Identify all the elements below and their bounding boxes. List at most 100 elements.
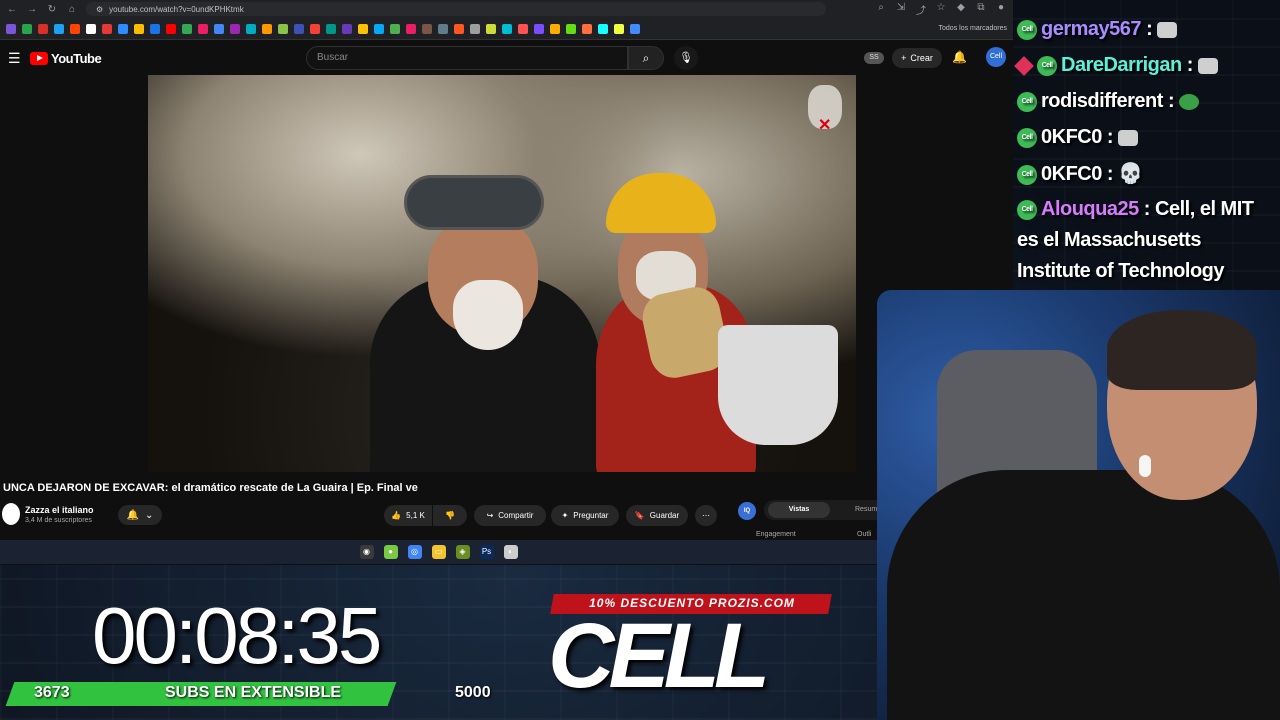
bookmark-favicon-icon[interactable] (406, 23, 416, 34)
more-actions-button[interactable]: ⋯ (695, 505, 717, 526)
share-button[interactable]: ↪ Compartir (474, 505, 546, 526)
ask-label: Preguntar (573, 511, 609, 520)
share-label: Compartir (498, 511, 534, 520)
bookmark-favicon-icon[interactable] (134, 23, 144, 34)
url-text: youtube.com/watch?v=0undKPHKtmk (109, 4, 244, 14)
thumbs-down-icon: 👎 (445, 511, 455, 520)
bell-icon: 🔔 (126, 509, 140, 521)
bookmark-favicon-icon[interactable] (150, 23, 160, 34)
extension-icon[interactable]: ◆ (955, 2, 967, 17)
extension-iq-badge[interactable]: IQ (738, 502, 756, 520)
address-bar[interactable]: ⚙ youtube.com/watch?v=0undKPHKtmk (86, 2, 826, 16)
channel-subscribers: 3,4 M de suscriptores (25, 517, 92, 524)
bookmark-favicon-icon[interactable] (294, 23, 304, 34)
channel-name[interactable]: Zazza el italiano (25, 505, 94, 515)
site-info-icon[interactable]: ⚙ (96, 5, 103, 14)
bookmark-favicon-icon[interactable] (438, 23, 448, 34)
save-button[interactable]: 🔖 Guardar (626, 505, 688, 526)
chat-username: 0KFC0 (1041, 126, 1102, 148)
channel-avatar[interactable] (2, 503, 20, 525)
subs-current: 3673 (34, 684, 70, 701)
ask-button[interactable]: ✦ Preguntar (551, 505, 619, 526)
bookmark-favicon-icon[interactable] (182, 23, 192, 34)
bookmark-favicon-icon[interactable] (454, 23, 464, 34)
app-misc-icon[interactable]: ◐ (503, 545, 518, 559)
bookmark-favicon-icon[interactable] (582, 23, 592, 34)
forward-icon[interactable]: → (26, 4, 38, 15)
bookmark-favicon-icon[interactable] (118, 23, 128, 34)
bookmark-favicon-icon[interactable] (326, 23, 336, 34)
bookmark-favicon-icon[interactable] (166, 23, 176, 34)
voice-search-button[interactable]: 🎙 (674, 46, 698, 70)
bookmark-favicon-icon[interactable] (86, 23, 96, 34)
bookmark-favicon-icon[interactable] (310, 23, 320, 34)
bookmark-favicon-icon[interactable] (278, 23, 288, 34)
bookmark-favicon-icon[interactable] (598, 23, 608, 34)
bookmark-favicon-icon[interactable] (102, 23, 112, 34)
zoom-icon[interactable]: ⌕ (875, 2, 887, 17)
bookmark-favicon-icon[interactable] (630, 23, 640, 34)
sparkle-icon: ✦ (561, 511, 569, 520)
bookmark-favicon-icon[interactable] (614, 23, 624, 34)
dislike-button[interactable]: 👎 (433, 505, 467, 526)
bookmark-favicon-icon[interactable] (358, 23, 368, 34)
chrome-icon[interactable]: ◎ (407, 545, 422, 559)
bookmark-favicon-icon[interactable] (70, 23, 80, 34)
chat-message: Cell 0KFC0 : 💀 (1017, 161, 1143, 186)
app-green-icon[interactable]: ● (383, 545, 398, 559)
bookmark-favicon-icon[interactable] (22, 23, 32, 34)
search-input[interactable]: Buscar (306, 46, 628, 70)
cat-emote-icon (1198, 57, 1218, 74)
search-button[interactable]: ⌕ (628, 46, 664, 70)
reload-icon[interactable]: ↻ (46, 4, 58, 15)
notifications-bell-icon[interactable]: 🔔 (952, 50, 967, 64)
photoshop-icon[interactable]: Ps (479, 545, 494, 559)
minecraft-icon[interactable]: ◈ (455, 545, 470, 559)
extensions-puzzle-icon[interactable]: ⧉ (975, 2, 987, 17)
bookmark-favicon-icon[interactable] (230, 23, 240, 34)
watermark-x-icon: ✕ (818, 117, 832, 134)
ss-badge[interactable]: SS (864, 52, 884, 64)
bookmark-favicon-icon[interactable] (518, 23, 528, 34)
bookmark-favicon-icon[interactable] (198, 23, 208, 34)
bookmark-favicon-icon[interactable] (550, 23, 560, 34)
profile-icon[interactable]: ● (995, 2, 1007, 17)
share-icon[interactable]: ⤴ (915, 2, 927, 17)
tab-vistas[interactable]: Vistas (768, 502, 830, 518)
youtube-logo[interactable]: YouTube (30, 51, 102, 66)
video-player[interactable]: ✕ (148, 75, 856, 472)
bookmark-favicon-icon[interactable] (422, 23, 432, 34)
bookmark-favicon-icon[interactable] (470, 23, 480, 34)
like-button[interactable]: 👍 5,1 K (384, 505, 432, 526)
user-avatar[interactable]: Cell (986, 47, 1006, 67)
bookmark-favicon-icon[interactable] (374, 23, 384, 34)
hamburger-menu-icon[interactable]: ☰ (8, 50, 24, 67)
bookmark-favicon-icon[interactable] (6, 23, 16, 34)
bookmark-favicon-icon[interactable] (486, 23, 496, 34)
bookmark-favicon-icon[interactable] (246, 23, 256, 34)
bookmark-favicon-icon[interactable] (534, 23, 544, 34)
home-icon[interactable]: ⌂ (66, 4, 78, 15)
bucket (718, 325, 838, 445)
chat-message-continued: es el Massachusetts (1017, 229, 1201, 251)
all-bookmarks-link[interactable]: Todos los marcadores (939, 25, 1007, 32)
bookmark-favicon-icon[interactable] (342, 23, 352, 34)
thumbs-up-icon: 👍 (391, 511, 402, 520)
bookmark-star-icon[interactable]: ☆ (935, 2, 947, 17)
bookmark-favicon-icon[interactable] (390, 23, 400, 34)
bookmark-favicon-icon[interactable] (262, 23, 272, 34)
create-button[interactable]: + Crear (892, 48, 942, 68)
tab-resumen[interactable]: Resum (855, 506, 877, 513)
gem-badge-icon (1014, 55, 1034, 76)
subscription-bell-button[interactable]: 🔔 ⌄ (118, 505, 162, 525)
bookmark-favicon-icon[interactable] (502, 23, 512, 34)
bookmark-favicon-icon[interactable] (38, 23, 48, 34)
install-icon[interactable]: ⇲ (895, 2, 907, 17)
bookmark-favicon-icon[interactable] (54, 23, 64, 34)
bookmark-favicon-icon[interactable] (566, 23, 576, 34)
browser-toolbar: ← → ↻ ⌂ ⚙ youtube.com/watch?v=0undKPHKtm… (0, 0, 1013, 18)
back-icon[interactable]: ← (6, 4, 18, 15)
bookmark-favicon-icon[interactable] (214, 23, 224, 34)
file-explorer-icon[interactable]: ▭ (431, 545, 446, 559)
obs-icon[interactable]: ◉ (359, 545, 374, 559)
